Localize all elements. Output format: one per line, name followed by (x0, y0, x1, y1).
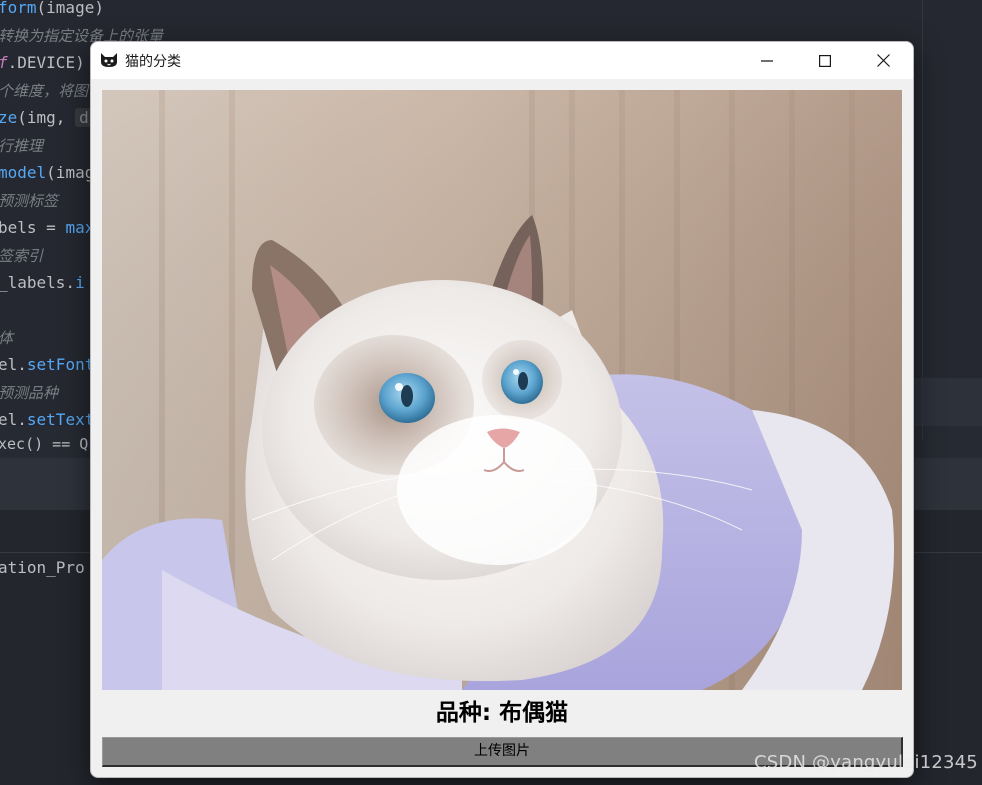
code-line: ze(img, d (0, 108, 93, 128)
code-line: f.DEVICE) (0, 53, 85, 72)
window-title: 猫的分类 (125, 54, 181, 70)
code-line: _labels.i (0, 273, 85, 292)
code-comment: 预测标签 (0, 192, 59, 210)
cat-face-icon (101, 53, 117, 67)
run-config-label: ation_Pro (0, 558, 85, 577)
maximize-button[interactable] (796, 42, 854, 79)
app-window: 猫的分类 品种: 布偶猫 上传图片 (90, 41, 914, 778)
ide-gutter-line (922, 0, 923, 440)
breed-result-label: 品种: 布偶猫 (435, 700, 569, 726)
ide-band (913, 378, 982, 426)
code-line: form(image) (0, 0, 104, 17)
cat-photo (102, 90, 902, 690)
close-button[interactable] (854, 42, 912, 79)
code-comment: 个维度，将图 (0, 82, 89, 100)
minimize-button[interactable] (738, 42, 796, 79)
code-line: el.setFont (0, 355, 95, 374)
code-line: model(imag (0, 163, 95, 182)
csdn-watermark: CSDN @yangyulei12345 (754, 752, 978, 773)
close-icon (876, 54, 890, 67)
code-comment: 体 (0, 328, 13, 348)
code-comment: 预测品种 (0, 384, 59, 402)
maximize-icon (819, 54, 831, 67)
code-comment: 行推理 (0, 137, 44, 155)
code-line: bels = max (0, 218, 95, 237)
code-comment: 签索引 (0, 247, 44, 265)
code-line: el.setText (0, 410, 95, 429)
title-bar[interactable]: 猫的分类 (91, 42, 913, 79)
minimize-icon (761, 59, 773, 62)
